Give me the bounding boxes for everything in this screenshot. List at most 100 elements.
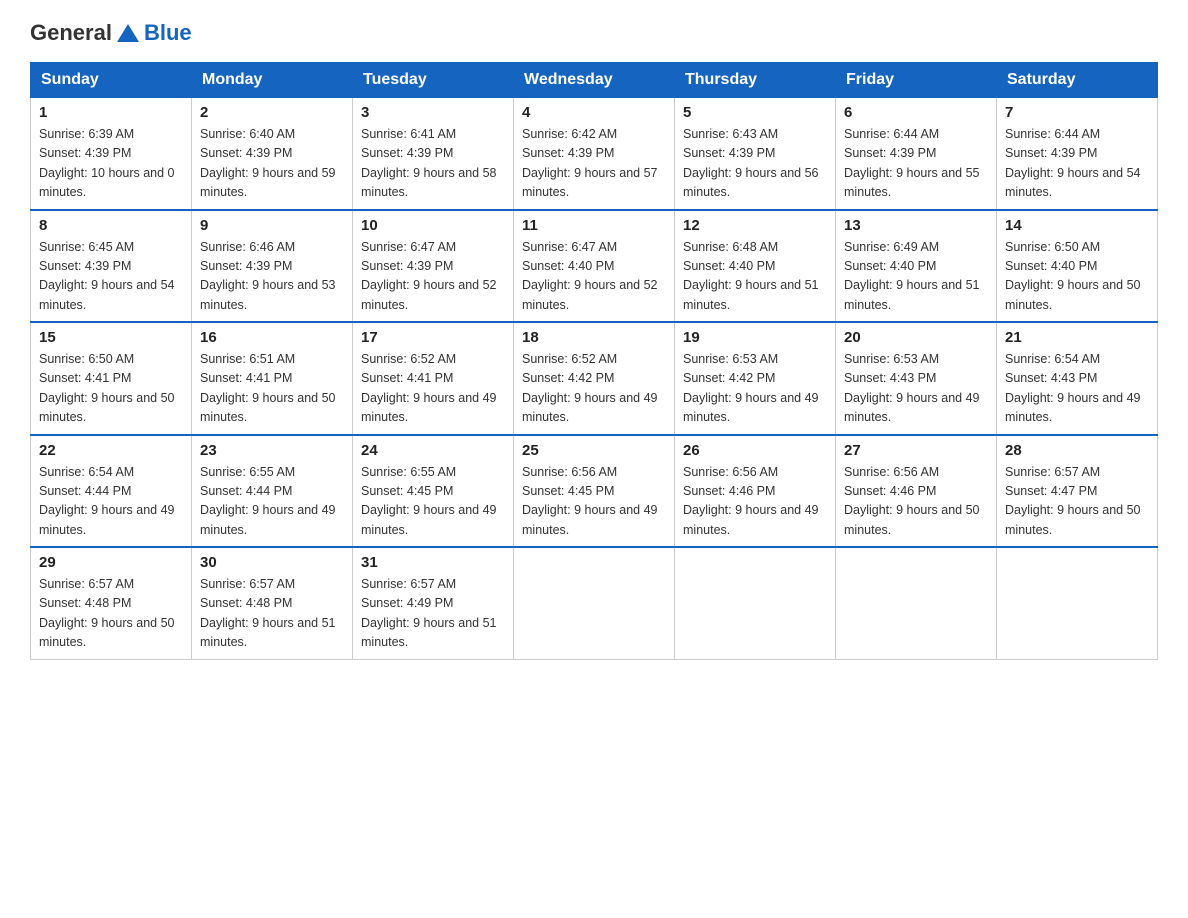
day-number: 25 [522, 442, 666, 459]
day-number: 28 [1005, 442, 1149, 459]
day-info: Sunrise: 6:50 AMSunset: 4:41 PMDaylight:… [39, 350, 183, 428]
calendar-cell: 14 Sunrise: 6:50 AMSunset: 4:40 PMDaylig… [997, 210, 1158, 323]
day-number: 6 [844, 104, 988, 121]
calendar-cell: 18 Sunrise: 6:52 AMSunset: 4:42 PMDaylig… [514, 322, 675, 435]
calendar-week-row: 1 Sunrise: 6:39 AMSunset: 4:39 PMDayligh… [31, 98, 1158, 210]
day-number: 20 [844, 329, 988, 346]
day-number: 17 [361, 329, 505, 346]
day-number: 23 [200, 442, 344, 459]
day-info: Sunrise: 6:43 AMSunset: 4:39 PMDaylight:… [683, 125, 827, 203]
day-info: Sunrise: 6:47 AMSunset: 4:40 PMDaylight:… [522, 238, 666, 316]
day-number: 3 [361, 104, 505, 121]
day-number: 29 [39, 554, 183, 571]
calendar-cell [675, 547, 836, 659]
calendar-cell [997, 547, 1158, 659]
calendar-header-sunday: Sunday [31, 63, 192, 98]
logo: General Blue [30, 20, 192, 46]
calendar-week-row: 22 Sunrise: 6:54 AMSunset: 4:44 PMDaylig… [31, 435, 1158, 548]
day-info: Sunrise: 6:48 AMSunset: 4:40 PMDaylight:… [683, 238, 827, 316]
day-number: 14 [1005, 217, 1149, 234]
calendar-cell: 22 Sunrise: 6:54 AMSunset: 4:44 PMDaylig… [31, 435, 192, 548]
calendar-cell: 23 Sunrise: 6:55 AMSunset: 4:44 PMDaylig… [192, 435, 353, 548]
calendar-header-tuesday: Tuesday [353, 63, 514, 98]
day-number: 11 [522, 217, 666, 234]
day-info: Sunrise: 6:40 AMSunset: 4:39 PMDaylight:… [200, 125, 344, 203]
calendar-cell: 29 Sunrise: 6:57 AMSunset: 4:48 PMDaylig… [31, 547, 192, 659]
day-info: Sunrise: 6:54 AMSunset: 4:43 PMDaylight:… [1005, 350, 1149, 428]
day-info: Sunrise: 6:41 AMSunset: 4:39 PMDaylight:… [361, 125, 505, 203]
calendar-cell: 7 Sunrise: 6:44 AMSunset: 4:39 PMDayligh… [997, 98, 1158, 210]
day-number: 16 [200, 329, 344, 346]
day-number: 4 [522, 104, 666, 121]
day-number: 19 [683, 329, 827, 346]
calendar-cell [514, 547, 675, 659]
calendar-cell: 4 Sunrise: 6:42 AMSunset: 4:39 PMDayligh… [514, 98, 675, 210]
day-number: 31 [361, 554, 505, 571]
calendar-cell: 5 Sunrise: 6:43 AMSunset: 4:39 PMDayligh… [675, 98, 836, 210]
day-info: Sunrise: 6:53 AMSunset: 4:42 PMDaylight:… [683, 350, 827, 428]
day-info: Sunrise: 6:46 AMSunset: 4:39 PMDaylight:… [200, 238, 344, 316]
calendar-cell: 2 Sunrise: 6:40 AMSunset: 4:39 PMDayligh… [192, 98, 353, 210]
calendar-cell: 6 Sunrise: 6:44 AMSunset: 4:39 PMDayligh… [836, 98, 997, 210]
calendar-week-row: 29 Sunrise: 6:57 AMSunset: 4:48 PMDaylig… [31, 547, 1158, 659]
logo-text: General Blue [30, 20, 192, 46]
day-info: Sunrise: 6:55 AMSunset: 4:45 PMDaylight:… [361, 463, 505, 541]
calendar-cell: 30 Sunrise: 6:57 AMSunset: 4:48 PMDaylig… [192, 547, 353, 659]
calendar-cell: 19 Sunrise: 6:53 AMSunset: 4:42 PMDaylig… [675, 322, 836, 435]
calendar-header-monday: Monday [192, 63, 353, 98]
logo-general: General [30, 20, 112, 46]
calendar-header-row: SundayMondayTuesdayWednesdayThursdayFrid… [31, 63, 1158, 98]
day-number: 9 [200, 217, 344, 234]
day-info: Sunrise: 6:53 AMSunset: 4:43 PMDaylight:… [844, 350, 988, 428]
calendar-cell: 28 Sunrise: 6:57 AMSunset: 4:47 PMDaylig… [997, 435, 1158, 548]
calendar-cell: 12 Sunrise: 6:48 AMSunset: 4:40 PMDaylig… [675, 210, 836, 323]
day-info: Sunrise: 6:45 AMSunset: 4:39 PMDaylight:… [39, 238, 183, 316]
day-info: Sunrise: 6:50 AMSunset: 4:40 PMDaylight:… [1005, 238, 1149, 316]
day-number: 30 [200, 554, 344, 571]
calendar-cell: 17 Sunrise: 6:52 AMSunset: 4:41 PMDaylig… [353, 322, 514, 435]
calendar-cell: 26 Sunrise: 6:56 AMSunset: 4:46 PMDaylig… [675, 435, 836, 548]
calendar-header-wednesday: Wednesday [514, 63, 675, 98]
day-info: Sunrise: 6:57 AMSunset: 4:48 PMDaylight:… [39, 575, 183, 653]
day-info: Sunrise: 6:52 AMSunset: 4:42 PMDaylight:… [522, 350, 666, 428]
calendar-cell: 24 Sunrise: 6:55 AMSunset: 4:45 PMDaylig… [353, 435, 514, 548]
day-number: 5 [683, 104, 827, 121]
calendar-cell: 11 Sunrise: 6:47 AMSunset: 4:40 PMDaylig… [514, 210, 675, 323]
calendar-cell [836, 547, 997, 659]
calendar-table: SundayMondayTuesdayWednesdayThursdayFrid… [30, 62, 1158, 660]
day-number: 2 [200, 104, 344, 121]
calendar-cell: 9 Sunrise: 6:46 AMSunset: 4:39 PMDayligh… [192, 210, 353, 323]
day-info: Sunrise: 6:39 AMSunset: 4:39 PMDaylight:… [39, 125, 183, 203]
day-number: 18 [522, 329, 666, 346]
day-info: Sunrise: 6:44 AMSunset: 4:39 PMDaylight:… [1005, 125, 1149, 203]
day-info: Sunrise: 6:44 AMSunset: 4:39 PMDaylight:… [844, 125, 988, 203]
calendar-cell: 3 Sunrise: 6:41 AMSunset: 4:39 PMDayligh… [353, 98, 514, 210]
calendar-cell: 15 Sunrise: 6:50 AMSunset: 4:41 PMDaylig… [31, 322, 192, 435]
day-info: Sunrise: 6:56 AMSunset: 4:46 PMDaylight:… [844, 463, 988, 541]
day-info: Sunrise: 6:51 AMSunset: 4:41 PMDaylight:… [200, 350, 344, 428]
calendar-cell: 1 Sunrise: 6:39 AMSunset: 4:39 PMDayligh… [31, 98, 192, 210]
calendar-week-row: 8 Sunrise: 6:45 AMSunset: 4:39 PMDayligh… [31, 210, 1158, 323]
day-number: 13 [844, 217, 988, 234]
day-info: Sunrise: 6:56 AMSunset: 4:45 PMDaylight:… [522, 463, 666, 541]
day-number: 7 [1005, 104, 1149, 121]
day-info: Sunrise: 6:42 AMSunset: 4:39 PMDaylight:… [522, 125, 666, 203]
calendar-header-saturday: Saturday [997, 63, 1158, 98]
day-info: Sunrise: 6:55 AMSunset: 4:44 PMDaylight:… [200, 463, 344, 541]
day-number: 1 [39, 104, 183, 121]
calendar-header-thursday: Thursday [675, 63, 836, 98]
logo-blue: Blue [144, 20, 192, 46]
calendar-cell: 31 Sunrise: 6:57 AMSunset: 4:49 PMDaylig… [353, 547, 514, 659]
day-number: 8 [39, 217, 183, 234]
day-number: 21 [1005, 329, 1149, 346]
day-info: Sunrise: 6:52 AMSunset: 4:41 PMDaylight:… [361, 350, 505, 428]
day-info: Sunrise: 6:54 AMSunset: 4:44 PMDaylight:… [39, 463, 183, 541]
day-number: 24 [361, 442, 505, 459]
day-info: Sunrise: 6:57 AMSunset: 4:48 PMDaylight:… [200, 575, 344, 653]
day-info: Sunrise: 6:56 AMSunset: 4:46 PMDaylight:… [683, 463, 827, 541]
day-number: 10 [361, 217, 505, 234]
day-info: Sunrise: 6:57 AMSunset: 4:47 PMDaylight:… [1005, 463, 1149, 541]
calendar-cell: 16 Sunrise: 6:51 AMSunset: 4:41 PMDaylig… [192, 322, 353, 435]
calendar-week-row: 15 Sunrise: 6:50 AMSunset: 4:41 PMDaylig… [31, 322, 1158, 435]
calendar-cell: 13 Sunrise: 6:49 AMSunset: 4:40 PMDaylig… [836, 210, 997, 323]
